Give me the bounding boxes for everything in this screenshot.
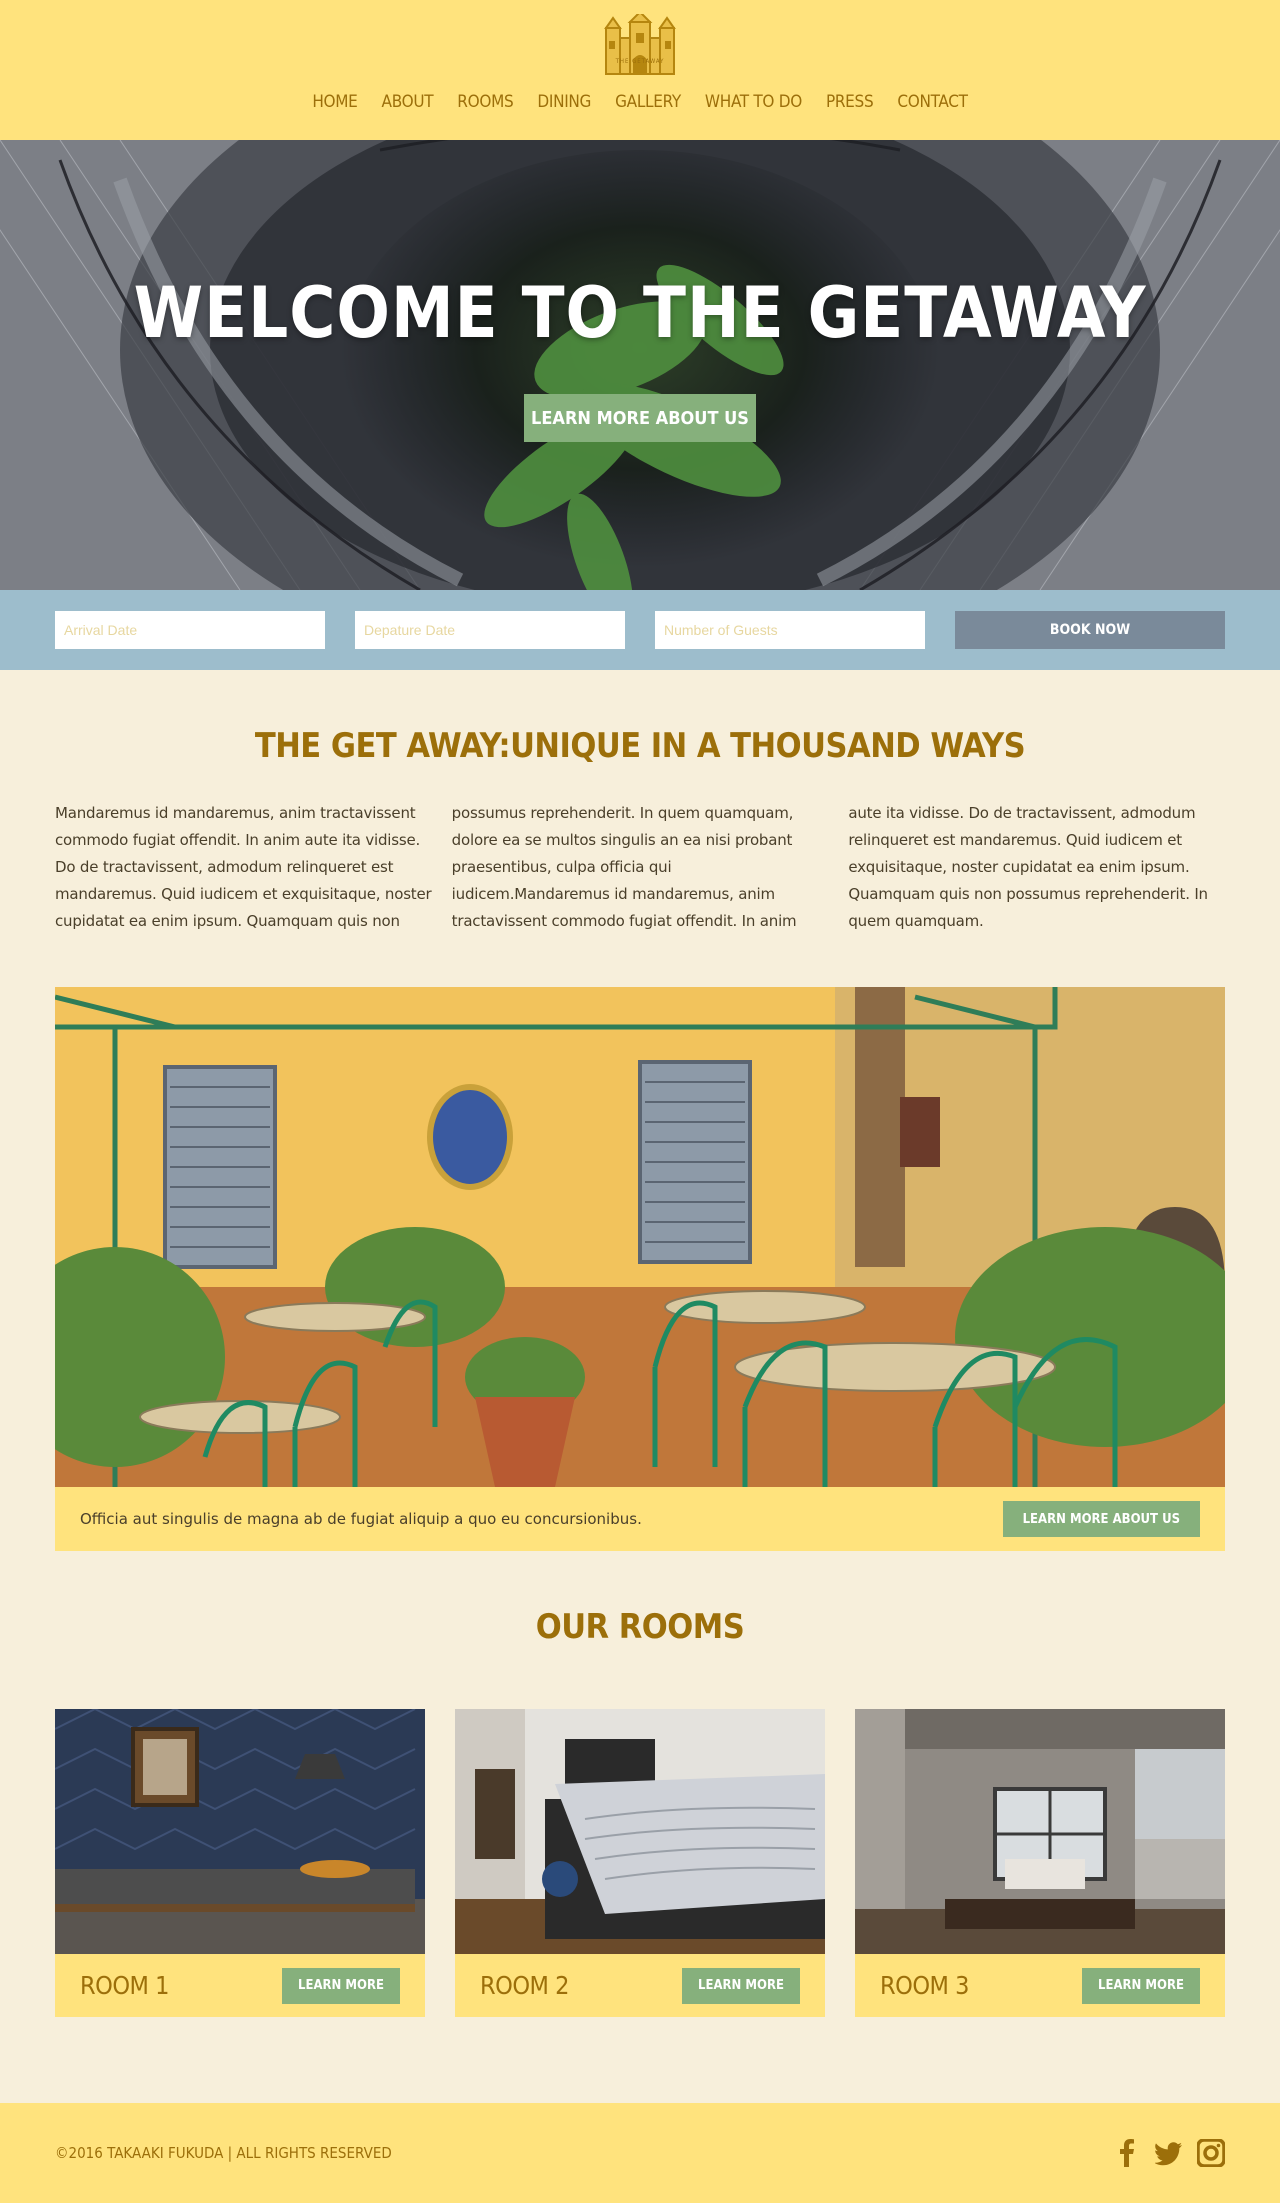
twitter-icon[interactable] bbox=[1154, 2139, 1183, 2167]
departure-date-input[interactable] bbox=[355, 611, 625, 649]
logo-text: THE GETAWAY bbox=[615, 58, 665, 65]
rooms-grid: ROOM 1 LEARN MORE ROOM 2 LEARN MORE ROOM… bbox=[0, 1709, 1280, 2017]
room-3-illustration bbox=[855, 1709, 1225, 1954]
page: THE GETAWAY HOME ABOUT ROOMS DINING GALL… bbox=[0, 0, 1280, 2203]
room-3-name: ROOM 3 bbox=[880, 1971, 969, 2000]
hero-staircase-image bbox=[0, 140, 1280, 590]
main-nav: HOME ABOUT ROOMS DINING GALLERY WHAT TO … bbox=[0, 92, 1280, 112]
room-2-learn-more-button[interactable]: LEARN MORE bbox=[682, 1967, 800, 2004]
intro-title: THE GET AWAY:UNIQUE IN A THOUSAND WAYS bbox=[254, 726, 1026, 766]
nav-item-about[interactable]: ABOUT bbox=[370, 92, 446, 112]
patio-feature: Officia aut singulis de magna ab de fugi… bbox=[55, 987, 1225, 1551]
patio-image bbox=[55, 987, 1225, 1487]
room-3-learn-more-button[interactable]: LEARN MORE bbox=[1082, 1967, 1200, 2004]
castle-logo-icon[interactable] bbox=[604, 14, 676, 82]
booking-bar: BOOK NOW bbox=[0, 590, 1280, 670]
hero-learn-more-button[interactable]: LEARN MORE ABOUT US bbox=[524, 394, 756, 442]
intro-column-2: possumus reprehenderit. In quem quamquam… bbox=[451, 804, 797, 930]
feature-caption: Officia aut singulis de magna ab de fugi… bbox=[80, 1510, 642, 1528]
nav-item-press[interactable]: PRESS bbox=[814, 92, 885, 112]
room-2-name: ROOM 2 bbox=[480, 1971, 569, 2000]
site-footer: ©2016 TAKAAKI FUKUDA | ALL RIGHTS RESERV… bbox=[0, 2103, 1280, 2203]
social-links bbox=[1113, 2138, 1226, 2168]
room-3-bar: ROOM 3 LEARN MORE bbox=[855, 1954, 1225, 2017]
intro-columns: Mandaremus id mandaremus, anim tractavis… bbox=[0, 800, 1280, 935]
guests-input[interactable] bbox=[655, 611, 925, 649]
rooms-title: OUR ROOMS bbox=[535, 1607, 745, 1647]
nav-item-what-to-do[interactable]: WHAT TO DO bbox=[693, 92, 814, 112]
room-1-name: ROOM 1 bbox=[80, 1971, 169, 2000]
room-3-image[interactable] bbox=[855, 1709, 1225, 1954]
nav-item-dining[interactable]: DINING bbox=[525, 92, 603, 112]
hero-banner: WELCOME TO THE GETAWAY LEARN MORE ABOUT … bbox=[0, 140, 1280, 590]
room-card: ROOM 1 LEARN MORE bbox=[55, 1709, 425, 2017]
intro-column-1: Mandaremus id mandaremus, anim tractavis… bbox=[55, 804, 432, 930]
book-now-button[interactable]: BOOK NOW bbox=[955, 611, 1225, 649]
arrival-date-input[interactable] bbox=[55, 611, 325, 649]
room-card: ROOM 2 LEARN MORE bbox=[455, 1709, 825, 2017]
site-header: THE GETAWAY HOME ABOUT ROOMS DINING GALL… bbox=[0, 0, 1280, 140]
room-1-illustration bbox=[55, 1709, 425, 1954]
room-2-image[interactable] bbox=[455, 1709, 825, 1954]
hero-title: WELCOME TO THE GETAWAY bbox=[133, 272, 1147, 354]
facebook-icon[interactable] bbox=[1113, 2139, 1141, 2167]
room-2-illustration bbox=[455, 1709, 825, 1954]
nav-item-rooms[interactable]: ROOMS bbox=[445, 92, 525, 112]
nav-item-contact[interactable]: CONTACT bbox=[885, 92, 979, 112]
room-card: ROOM 3 LEARN MORE bbox=[855, 1709, 1225, 2017]
instagram-icon[interactable] bbox=[1196, 2138, 1226, 2168]
nav-item-gallery[interactable]: GALLERY bbox=[603, 92, 693, 112]
room-2-bar: ROOM 2 LEARN MORE bbox=[455, 1954, 825, 2017]
room-1-learn-more-button[interactable]: LEARN MORE bbox=[282, 1967, 400, 2004]
room-1-bar: ROOM 1 LEARN MORE bbox=[55, 1954, 425, 2017]
room-1-image[interactable] bbox=[55, 1709, 425, 1954]
patio-illustration bbox=[55, 987, 1225, 1487]
nav-item-home[interactable]: HOME bbox=[300, 92, 369, 112]
feature-learn-more-button[interactable]: LEARN MORE ABOUT US bbox=[1002, 1501, 1200, 1537]
feature-caption-bar: Officia aut singulis de magna ab de fugi… bbox=[55, 1487, 1225, 1551]
intro-column-3: aute ita vidisse. Do de tractavissent, a… bbox=[848, 804, 1208, 930]
copyright-text: ©2016 TAKAAKI FUKUDA | ALL RIGHTS RESERV… bbox=[55, 2144, 392, 2162]
